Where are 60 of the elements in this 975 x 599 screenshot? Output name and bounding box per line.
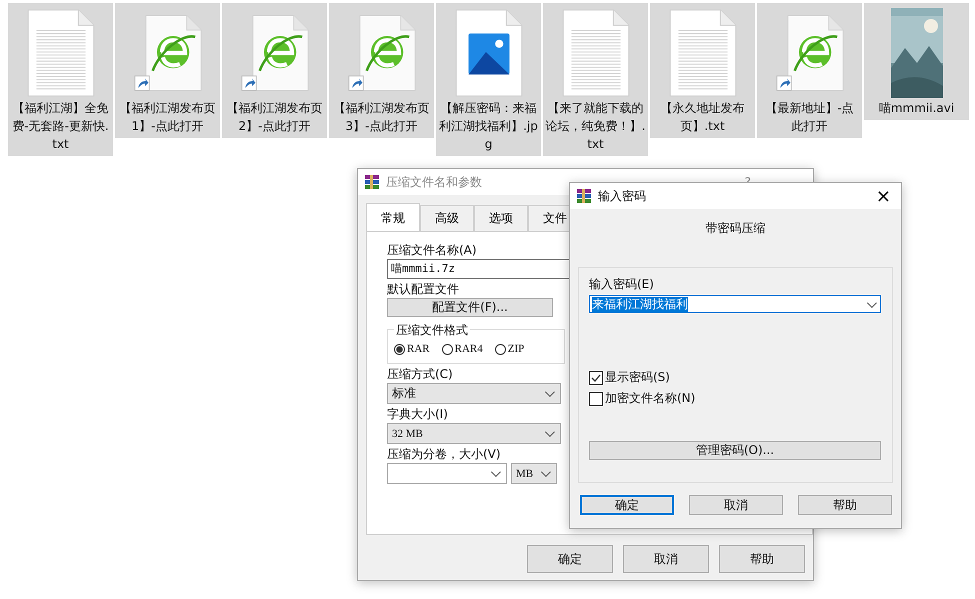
format-radio[interactable]: ZIP xyxy=(494,343,524,355)
tab[interactable]: 高级 xyxy=(420,205,474,231)
file-name: 【福利江湖】全免费-无套路-更新快.txt xyxy=(11,100,110,153)
file-name: 【永久地址发布页】.txt xyxy=(660,100,746,135)
field-label: 压缩方式(C) xyxy=(387,366,453,383)
group-title: 压缩文件格式 xyxy=(394,322,470,339)
window-title: 压缩文件名和参数 xyxy=(386,174,482,190)
text-file-icon xyxy=(26,9,94,97)
dialog-button[interactable]: 取消 xyxy=(623,545,709,573)
dictionary-dropdown[interactable]: 32 MB xyxy=(387,423,561,444)
file-item[interactable]: 【最新地址】-点此打开 xyxy=(757,3,862,138)
tab[interactable]: 常规 xyxy=(366,203,420,231)
text-file-icon xyxy=(668,9,736,97)
file-name: 【解压密码：来福利江湖找福利】.jpg xyxy=(438,100,538,153)
field-label: 输入密码(E) xyxy=(589,276,654,293)
file-name: 【福利江湖发布页2】-点此打开 xyxy=(226,100,324,135)
checkbox-icon[interactable] xyxy=(589,370,603,384)
file-item[interactable]: 【来了就能下载的论坛，纯免费！】.txt xyxy=(543,3,648,156)
file-name: 【福利江湖发布页3】-点此打开 xyxy=(332,100,430,135)
radio-icon[interactable] xyxy=(394,344,405,354)
dialog-button[interactable]: 帮助 xyxy=(798,495,892,515)
field-label: 字典大小(I) xyxy=(387,406,448,423)
close-button[interactable]: × xyxy=(872,186,895,206)
file-item[interactable]: 【解压密码：来福利江湖找福利】.jpg xyxy=(436,3,541,156)
radio-icon[interactable] xyxy=(494,344,506,354)
option-checkbox[interactable]: 加密文件名称(N) xyxy=(589,390,696,407)
password-field[interactable]: 来福利江湖找福利 xyxy=(589,295,881,313)
dialog-heading: 带密码压缩 xyxy=(706,220,766,237)
archive-app-icon xyxy=(576,188,592,204)
archive-app-icon xyxy=(364,174,380,190)
tab[interactable]: 选项 xyxy=(474,205,528,231)
window-title: 输入密码 xyxy=(598,188,646,204)
file-name: 【福利江湖发布页1】-点此打开 xyxy=(118,100,216,135)
image-file-icon xyxy=(454,9,522,97)
format-radio[interactable]: RAR4 xyxy=(442,343,483,355)
dialog-button[interactable]: 确定 xyxy=(527,545,613,573)
file-item[interactable]: 【永久地址发布页】.txt xyxy=(650,3,755,138)
method-dropdown[interactable]: 标准 xyxy=(387,383,561,404)
file-name: 喵mmmii.avi xyxy=(878,100,956,117)
field-label: 压缩文件名称(A) xyxy=(387,242,477,259)
field-label: 默认配置文件 xyxy=(387,281,459,298)
option-checkbox[interactable]: 显示密码(S) xyxy=(589,369,696,386)
dialog-button[interactable]: 帮助 xyxy=(719,545,805,573)
file-name: 【最新地址】-点此打开 xyxy=(764,100,855,135)
file-item[interactable]: 【福利江湖发布页2】-点此打开 xyxy=(222,3,327,138)
manage-passwords-button[interactable]: 管理密码(O)... xyxy=(589,441,881,460)
profile-button[interactable]: 配置文件(F)... xyxy=(387,298,553,317)
file-item[interactable]: 【福利江湖发布页1】-点此打开 xyxy=(115,3,220,138)
radio-icon[interactable] xyxy=(442,344,453,354)
dialog-button[interactable]: 确定 xyxy=(580,495,674,515)
format-radio[interactable]: RAR xyxy=(394,343,430,355)
field-label: 压缩为分卷，大小(V) xyxy=(387,446,501,463)
file-name: 【来了就能下载的论坛，纯免费！】.txt xyxy=(546,100,646,153)
dialog-button[interactable]: 取消 xyxy=(689,495,783,515)
checkbox-icon[interactable] xyxy=(589,392,603,406)
unit-dropdown[interactable]: MB xyxy=(511,463,557,484)
text-file-icon xyxy=(562,9,630,97)
file-item[interactable]: 喵mmmii.avi xyxy=(864,3,969,120)
file-item[interactable]: 【福利江湖】全免费-无套路-更新快.txt xyxy=(8,3,113,156)
file-item[interactable]: 【福利江湖发布页3】-点此打开 xyxy=(329,3,434,138)
